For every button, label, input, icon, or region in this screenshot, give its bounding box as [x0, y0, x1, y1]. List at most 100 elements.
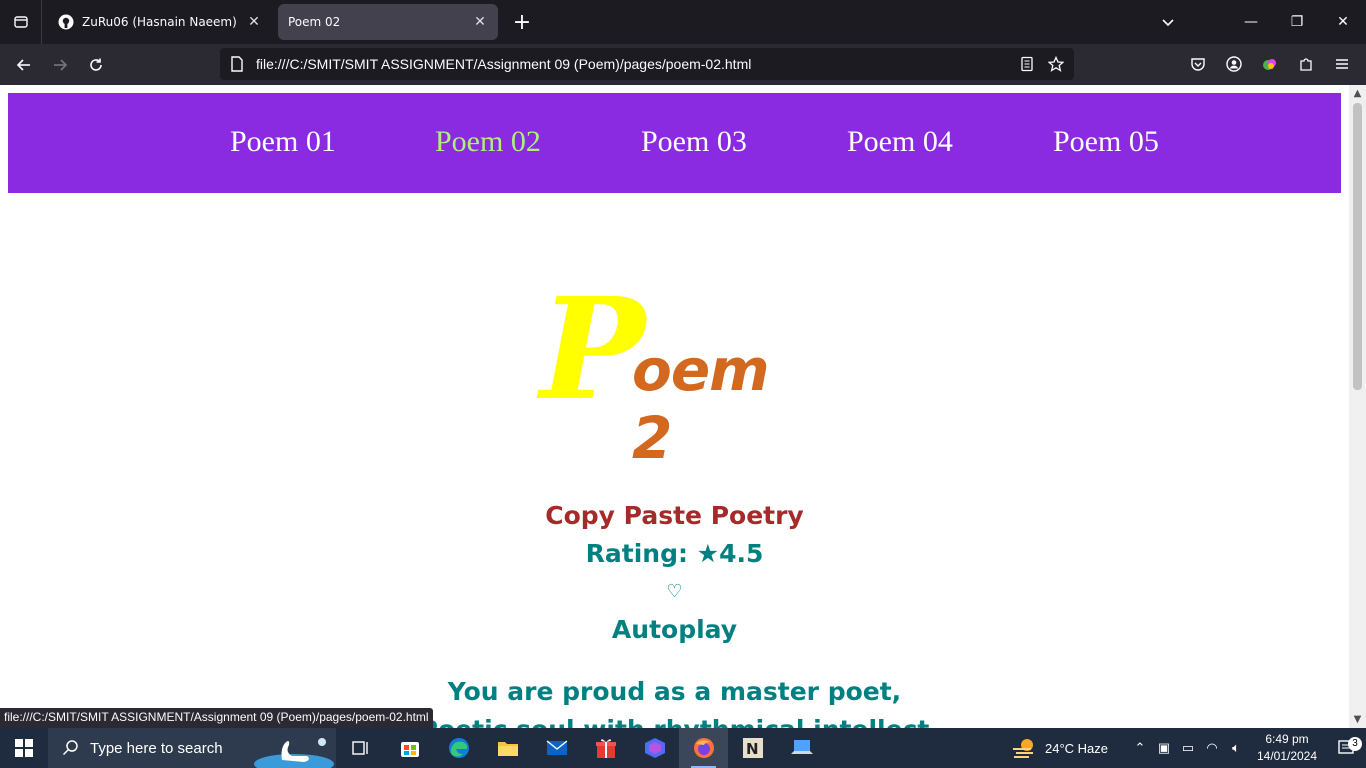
tab-poem-02[interactable]: Poem 02 ✕	[278, 4, 498, 40]
microsoft-store-button[interactable]	[385, 728, 434, 768]
notification-count-badge: 3	[1348, 737, 1362, 751]
windows-taskbar: Type here to search N 24°C Haze ⌃ ▣ ▭ ◠	[0, 728, 1366, 768]
copilot-button[interactable]	[630, 728, 679, 768]
wifi-icon[interactable]: ◠	[1200, 740, 1224, 756]
laptop-icon	[790, 740, 813, 754]
tab-github[interactable]: ZuRu06 (Hasnain Naeem) ✕	[48, 4, 272, 40]
account-button[interactable]	[1216, 48, 1252, 80]
tab-strip: ZuRu06 (Hasnain Naeem) ✕ Poem 02 ✕ + — ❐…	[0, 0, 1366, 44]
poem-rating: Rating: ★4.5	[585, 539, 764, 568]
poem-subtitle: Copy Paste Poetry	[545, 501, 804, 530]
tab-label: ZuRu06 (Hasnain Naeem)	[82, 15, 237, 29]
search-placeholder: Type here to search	[90, 739, 223, 757]
page-icon	[231, 56, 243, 72]
list-all-tabs-button[interactable]	[1152, 0, 1184, 44]
close-tab-icon[interactable]: ✕	[472, 14, 488, 30]
tab-list-button[interactable]	[0, 0, 42, 44]
tab-label: Poem 02	[288, 15, 341, 29]
url-text: file:///C:/SMIT/SMIT ASSIGNMENT/Assignme…	[256, 56, 752, 72]
battery-icon[interactable]: ▭	[1176, 740, 1200, 756]
reload-button[interactable]	[78, 49, 114, 81]
edge-icon	[448, 738, 469, 758]
puzzle-icon	[1300, 58, 1312, 71]
nav-link-poem-04[interactable]: Poem 04	[847, 125, 953, 159]
navigation-toolbar: file:///C:/SMIT/SMIT ASSIGNMENT/Assignme…	[0, 44, 1366, 85]
gift-icon	[595, 739, 616, 758]
chevron-down-icon	[1162, 19, 1174, 27]
account-icon	[1226, 56, 1242, 72]
minimize-button[interactable]: —	[1228, 0, 1274, 44]
scroll-down-arrow-icon[interactable]: ▼	[1352, 714, 1363, 725]
poem-line: You are proud as a master poet,	[447, 677, 902, 706]
taskbar-search-box[interactable]: Type here to search	[48, 728, 336, 768]
clock[interactable]: 6:49 pm 14/01/2024	[1248, 731, 1326, 765]
window-controls: — ❐ ✕	[1228, 0, 1366, 44]
extensions-button[interactable]	[1288, 48, 1324, 80]
notepad-app-button[interactable]: N	[728, 728, 777, 768]
pocket-button[interactable]	[1180, 48, 1216, 80]
vertical-scrollbar[interactable]: ▲ ▼	[1349, 85, 1366, 728]
edge-button[interactable]	[434, 728, 483, 768]
app-n-icon: N	[742, 738, 763, 758]
scrollbar-thumb[interactable]	[1353, 103, 1362, 390]
nav-link-poem-01[interactable]: Poem 01	[230, 125, 336, 159]
bookmark-star-icon[interactable]	[1048, 56, 1064, 72]
nav-link-poem-05[interactable]: Poem 05	[1053, 125, 1159, 159]
page-viewport: Poem 01 Poem 02 Poem 03 Poem 04 Poem 05 …	[0, 85, 1349, 728]
autoplay-label[interactable]: Autoplay	[0, 615, 1349, 644]
github-icon	[58, 14, 74, 30]
arrow-right-icon	[54, 58, 68, 71]
menu-button[interactable]	[1324, 48, 1360, 80]
address-bar[interactable]: file:///C:/SMIT/SMIT ASSIGNMENT/Assignme…	[220, 48, 1074, 80]
pocket-icon	[1191, 58, 1205, 71]
link-status-tooltip: file:///C:/SMIT/SMIT ASSIGNMENT/Assignme…	[0, 708, 433, 728]
volume-icon[interactable]: 🔈︎	[1224, 740, 1248, 756]
back-button[interactable]	[6, 49, 42, 81]
system-tray: 24°C Haze ⌃ ▣ ▭ ◠ 🔈︎ 6:49 pm 14/01/2024 …	[1011, 728, 1366, 768]
mail-button[interactable]	[532, 728, 581, 768]
new-tab-button[interactable]: +	[506, 6, 538, 38]
reload-icon	[90, 58, 102, 71]
windows-logo-icon	[15, 739, 33, 757]
close-tab-icon[interactable]: ✕	[246, 14, 262, 30]
firefox-button[interactable]	[679, 728, 728, 768]
title-rest: oem 2	[632, 336, 770, 472]
site-navbar: Poem 01 Poem 02 Poem 03 Poem 04 Poem 05	[8, 93, 1341, 193]
scroll-up-arrow-icon[interactable]: ▲	[1352, 88, 1363, 99]
tab-list-icon	[13, 16, 28, 28]
extension-colorful-button[interactable]	[1252, 48, 1288, 80]
reader-view-icon[interactable]	[1020, 56, 1034, 72]
svg-text:N: N	[746, 740, 759, 758]
clock-time: 6:49 pm	[1265, 732, 1309, 746]
toolbar-right	[1180, 48, 1360, 80]
search-icon	[62, 740, 78, 756]
weather-widget[interactable]: 24°C Haze	[1011, 737, 1108, 759]
store-icon	[400, 742, 419, 757]
title-initial: P	[540, 268, 646, 432]
laptop-app-button[interactable]	[777, 728, 826, 768]
folder-icon	[497, 742, 518, 756]
file-explorer-button[interactable]	[483, 728, 532, 768]
forward-button[interactable]	[42, 49, 78, 81]
extension-logo-icon	[1263, 59, 1276, 70]
weather-text: 24°C Haze	[1044, 740, 1108, 756]
restore-button[interactable]: ❐	[1274, 0, 1320, 44]
firefox-icon	[693, 738, 714, 758]
close-window-button[interactable]: ✕	[1320, 0, 1366, 44]
chevron-up-icon[interactable]: ⌃	[1128, 740, 1152, 756]
copilot-icon	[644, 738, 665, 758]
mail-icon	[546, 740, 567, 755]
heart-icon[interactable]: ♡	[0, 581, 1349, 602]
notification-center-button[interactable]: 3	[1326, 737, 1366, 757]
gift-app-button[interactable]	[581, 728, 630, 768]
arrow-left-icon	[16, 58, 30, 71]
nav-link-poem-02[interactable]: Poem 02	[435, 125, 541, 159]
task-view-button[interactable]	[336, 728, 385, 768]
start-button[interactable]	[0, 728, 48, 768]
hamburger-icon	[1336, 59, 1348, 69]
swan-illustration-icon	[254, 738, 334, 768]
clock-date: 14/01/2024	[1256, 749, 1318, 763]
haze-weather-icon	[1012, 739, 1033, 758]
meet-now-icon[interactable]: ▣	[1152, 740, 1176, 756]
nav-link-poem-03[interactable]: Poem 03	[641, 125, 747, 159]
